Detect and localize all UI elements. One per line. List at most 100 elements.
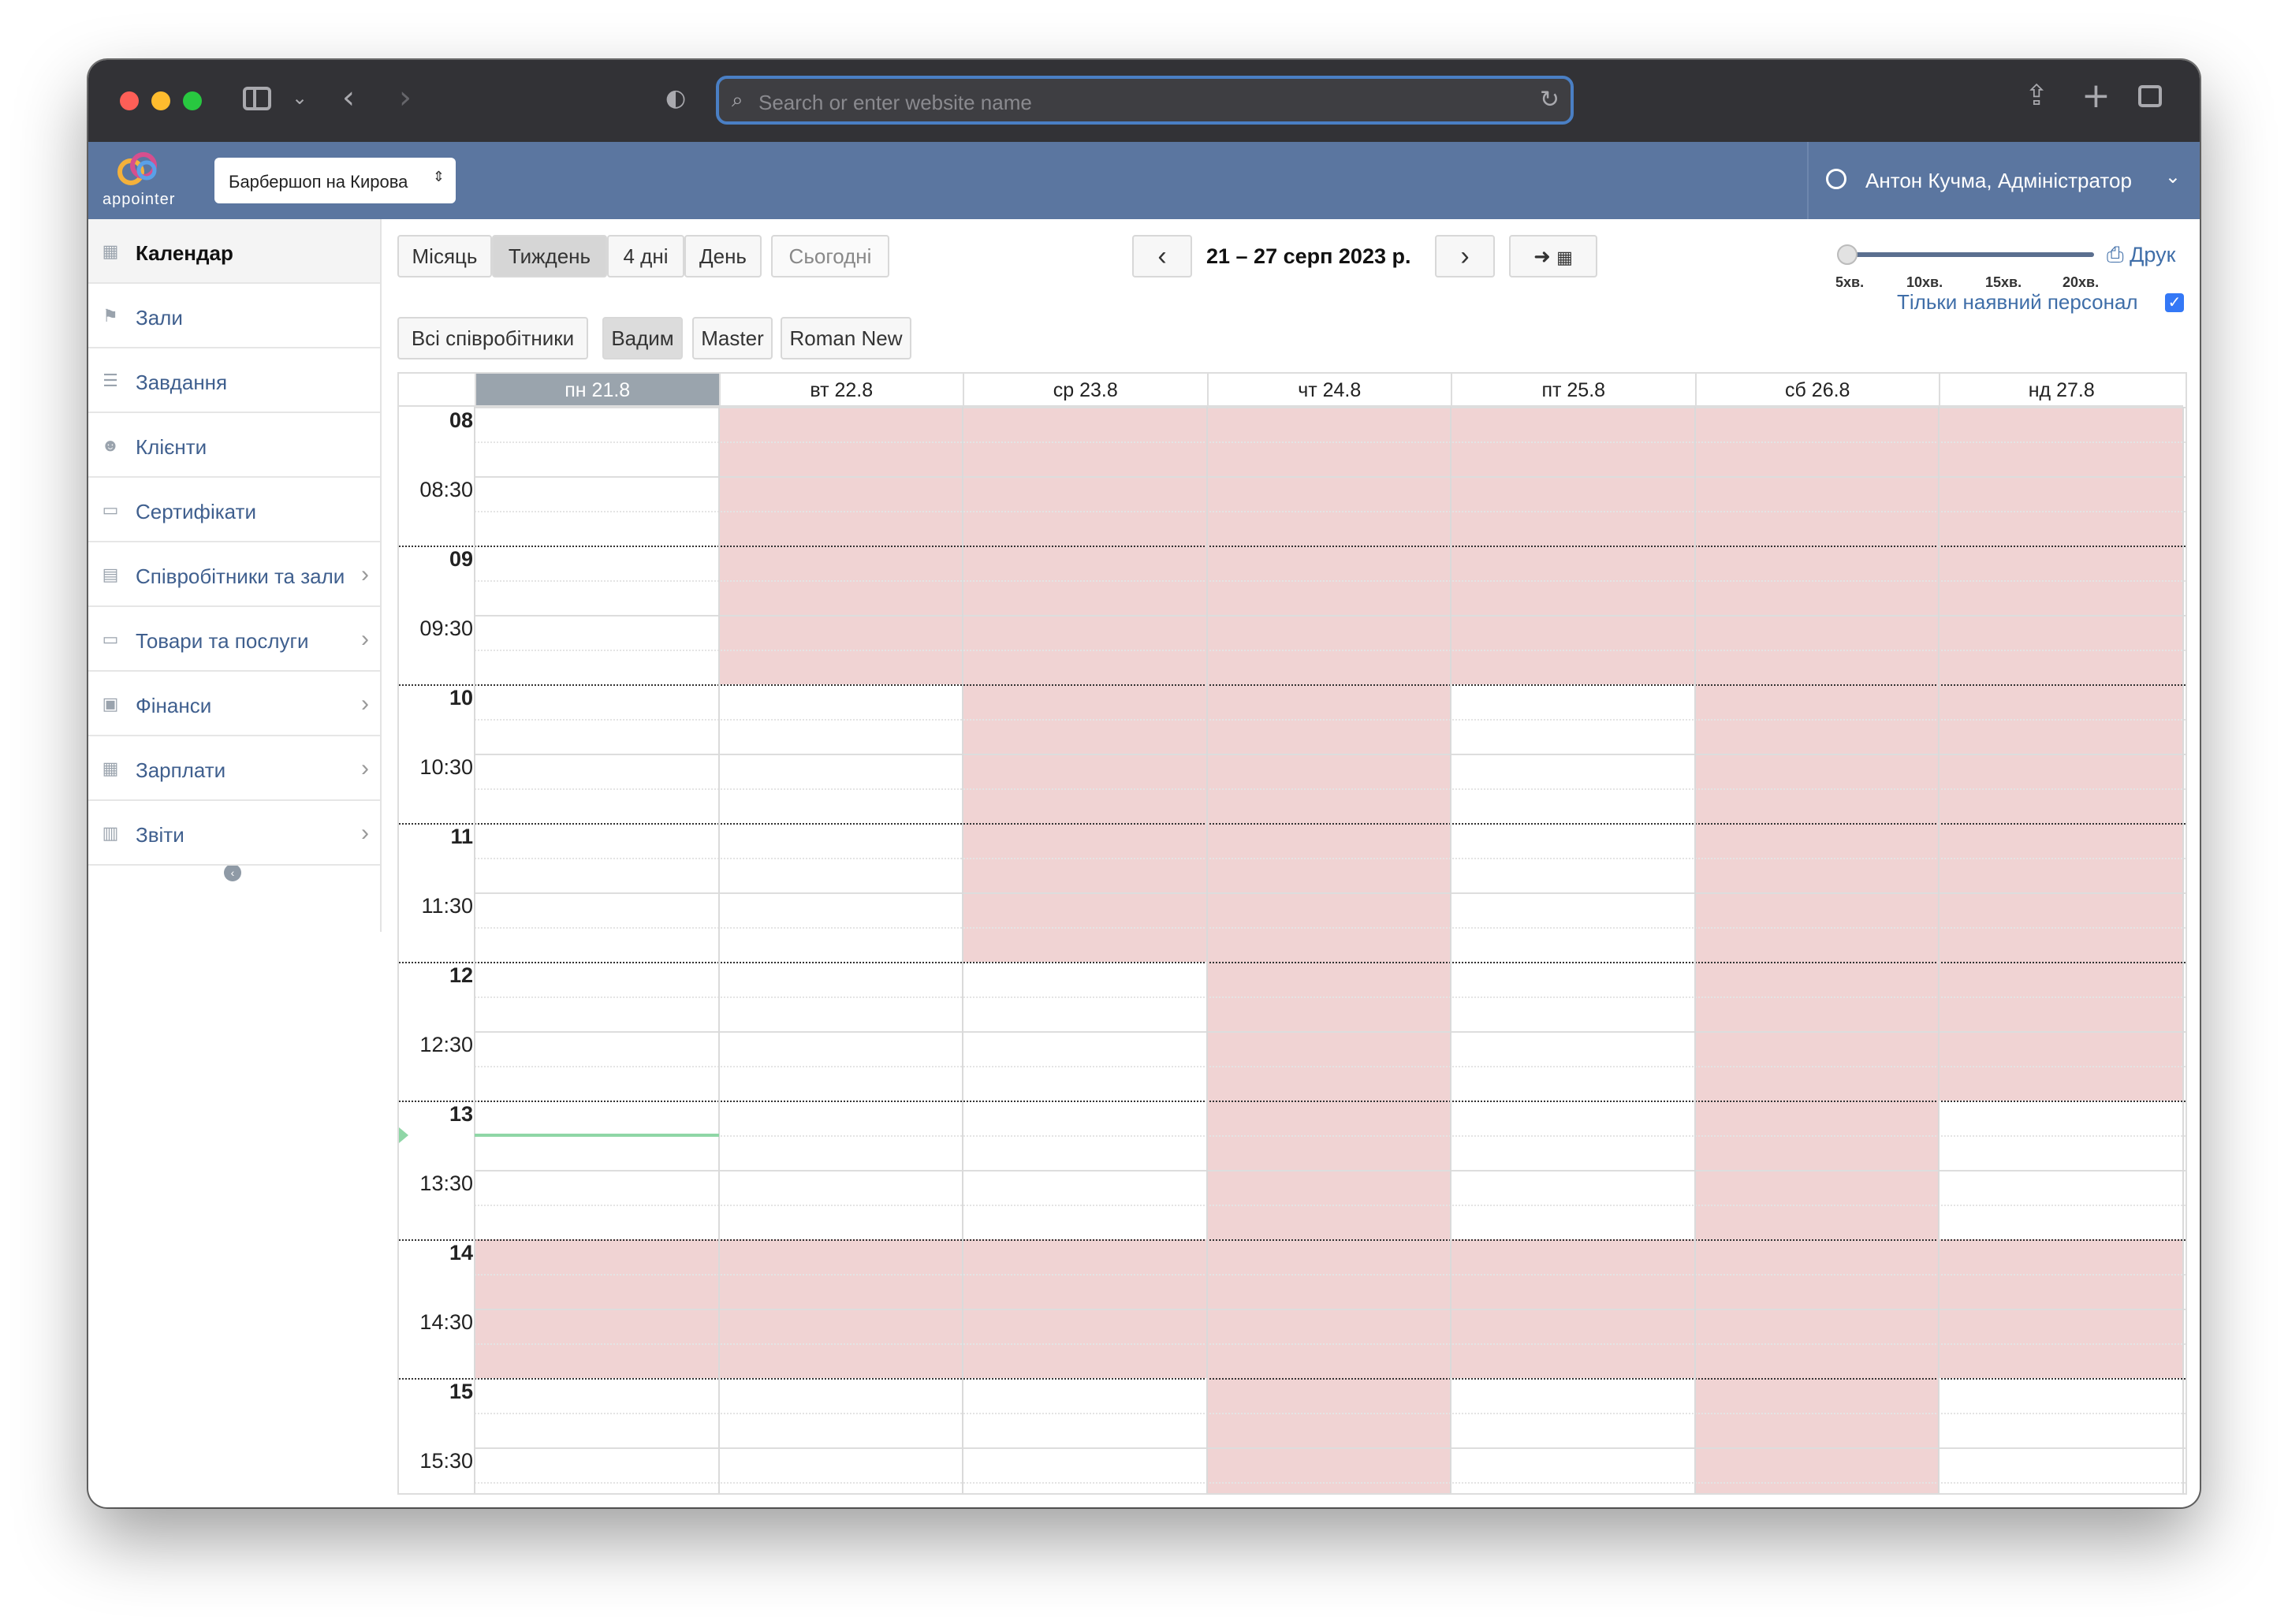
sidebar-item-7[interactable]: ▣ Фінанси › [88,672,380,736]
grid-line [399,823,2186,825]
new-tab-icon[interactable]: + [2081,79,2111,114]
time-label: 10 [449,686,473,710]
slot-size-slider-handle[interactable] [1837,244,1858,265]
go-to-date-button[interactable]: ➜ ▦ [1509,235,1597,277]
available-staff-checkbox[interactable]: ✓ [2165,293,2184,312]
calculator-icon: ▦ [102,758,119,778]
card-icon: ▭ [102,500,119,520]
arrow-right-icon: ➜ [1533,244,1551,268]
sidebar-item-9[interactable]: ▥ Звіти › [88,801,380,866]
grid-line [475,476,2186,478]
grid-line [475,1205,2186,1206]
address-bar[interactable]: ⌕ Search or enter website name ↻ [716,76,1574,125]
money-icon: ▣ [102,694,119,713]
day-header[interactable]: вт 22.8 [718,374,963,407]
day-header[interactable]: сб 26.8 [1694,374,1939,407]
day-header[interactable]: нд 27.8 [1939,374,2183,407]
minimize-window-button[interactable] [151,91,170,110]
day-header[interactable]: чт 24.8 [1206,374,1451,407]
grid-line [399,1101,2186,1102]
privacy-shield-icon[interactable]: ◐ [665,87,686,110]
collapse-sidebar-icon[interactable]: ‹ [224,864,241,881]
sidebar-item-label: Зали [136,306,183,330]
time-label: 08 [449,408,473,432]
slider-label: 5хв. [1835,274,1865,290]
slot-size-slider-track[interactable] [1848,252,2094,257]
staff-filter-button[interactable]: Roman New [781,317,911,359]
time-label: 11 [450,825,473,848]
sidebar-item-2[interactable]: ☰ Завдання [88,348,380,413]
day-column-divider [1938,407,1940,1493]
tab-overview-icon[interactable] [2138,85,2162,107]
chevron-right-icon: › [361,561,369,587]
time-label: 11:30 [421,894,473,918]
back-arrow-icon[interactable]: ‹ [342,82,355,114]
time-label: 14 [449,1241,473,1265]
grid-line [475,1413,2186,1414]
zoom-window-button[interactable] [183,91,202,110]
day-header[interactable]: пт 25.8 [1451,374,1695,407]
day-header[interactable]: ср 23.8 [963,374,1207,407]
chevron-right-icon: › [361,626,369,652]
chevron-right-icon: › [361,820,369,846]
sidebar-item-label: Товари та послуги [136,629,309,653]
sidebar-item-label: Зарплати [136,758,226,782]
branch-select[interactable]: Барбершоп на Кирова ⇕ [214,158,456,203]
view-tab-3[interactable]: День [684,235,762,277]
card-icon: ▭ [102,629,119,649]
day-column-divider [1205,407,1208,1493]
view-tab-1[interactable]: Тиждень [492,235,607,277]
grid-line [475,650,2186,651]
sidebar-item-label: Сертифікати [136,500,256,523]
next-week-button[interactable]: › [1435,235,1495,277]
share-icon[interactable]: ⇪ [2025,82,2048,110]
sidebar-item-0[interactable]: ▦ Календар [88,219,380,284]
sidebar-item-1[interactable]: ⚑ Зали [88,284,380,348]
reload-icon[interactable]: ↻ [1540,88,1559,112]
time-label: 12 [449,963,473,987]
grid-line [475,1170,2186,1171]
staff-filter-button[interactable]: Вадим [602,317,683,359]
staff-filter-button[interactable]: Всі співробітники [397,317,588,359]
sidebar-item-8[interactable]: ▦ Зарплати › [88,736,380,801]
day-column-divider [717,407,720,1493]
available-staff-label: Тільки наявний персонал [1897,290,2138,314]
grid-line [475,892,2186,894]
view-tab-0[interactable]: Місяць [397,235,492,277]
bookmark-icon: ⚑ [102,306,118,326]
forward-arrow-icon[interactable]: › [399,82,412,114]
time-gutter-header [399,374,475,407]
sidebar-item-5[interactable]: ▤ Співробітники та зали › [88,542,380,607]
time-label: 08:30 [419,478,473,501]
user-menu[interactable]: Антон Кучма, Адміністратор ⌄ [1807,142,2200,219]
view-tab-2[interactable]: 4 дні [607,235,684,277]
grid-line [475,996,2186,998]
date-range-title: 21 – 27 серп 2023 р. [1206,244,1411,268]
print-label: Друк [2130,243,2176,266]
address-placeholder: Search or enter website name [758,91,1032,114]
staff-filter-button[interactable]: Master [692,317,773,359]
calendar-icon: ▦ [102,241,119,261]
sidebar-item-label: Клієнти [136,435,207,459]
close-window-button[interactable] [120,91,139,110]
tasks-icon: ☰ [102,371,118,390]
sidebar-item-6[interactable]: ▭ Товари та послуги › [88,607,380,672]
sidebar-item-4[interactable]: ▭ Сертифікати [88,478,380,542]
day-header[interactable]: пн 21.8 [475,374,719,407]
sidebar-toggle-icon[interactable] [243,87,271,110]
calendar-icon: ▦ [1556,248,1573,267]
time-label: 15:30 [419,1449,473,1473]
select-arrows-icon: ⇕ [432,169,445,184]
grid-line [475,1447,2186,1449]
sidebar-item-3[interactable]: ☻ Клієнти [88,413,380,478]
print-link[interactable]: ⎙ Друк [2107,243,2175,268]
today-button[interactable]: Сьогодні [771,235,889,277]
time-label: 15 [449,1380,473,1403]
user-avatar-icon [1826,169,1846,189]
slider-label: 15хв. [1985,274,2022,290]
day-column-divider [1694,407,1696,1493]
id-card-icon: ▤ [102,564,119,584]
browser-toolbar: ⌄ ‹ › ◐ ⌕ Search or enter website name ↻… [88,60,2200,142]
prev-week-button[interactable]: ‹ [1132,235,1192,277]
chevron-down-icon[interactable]: ⌄ [292,88,307,107]
